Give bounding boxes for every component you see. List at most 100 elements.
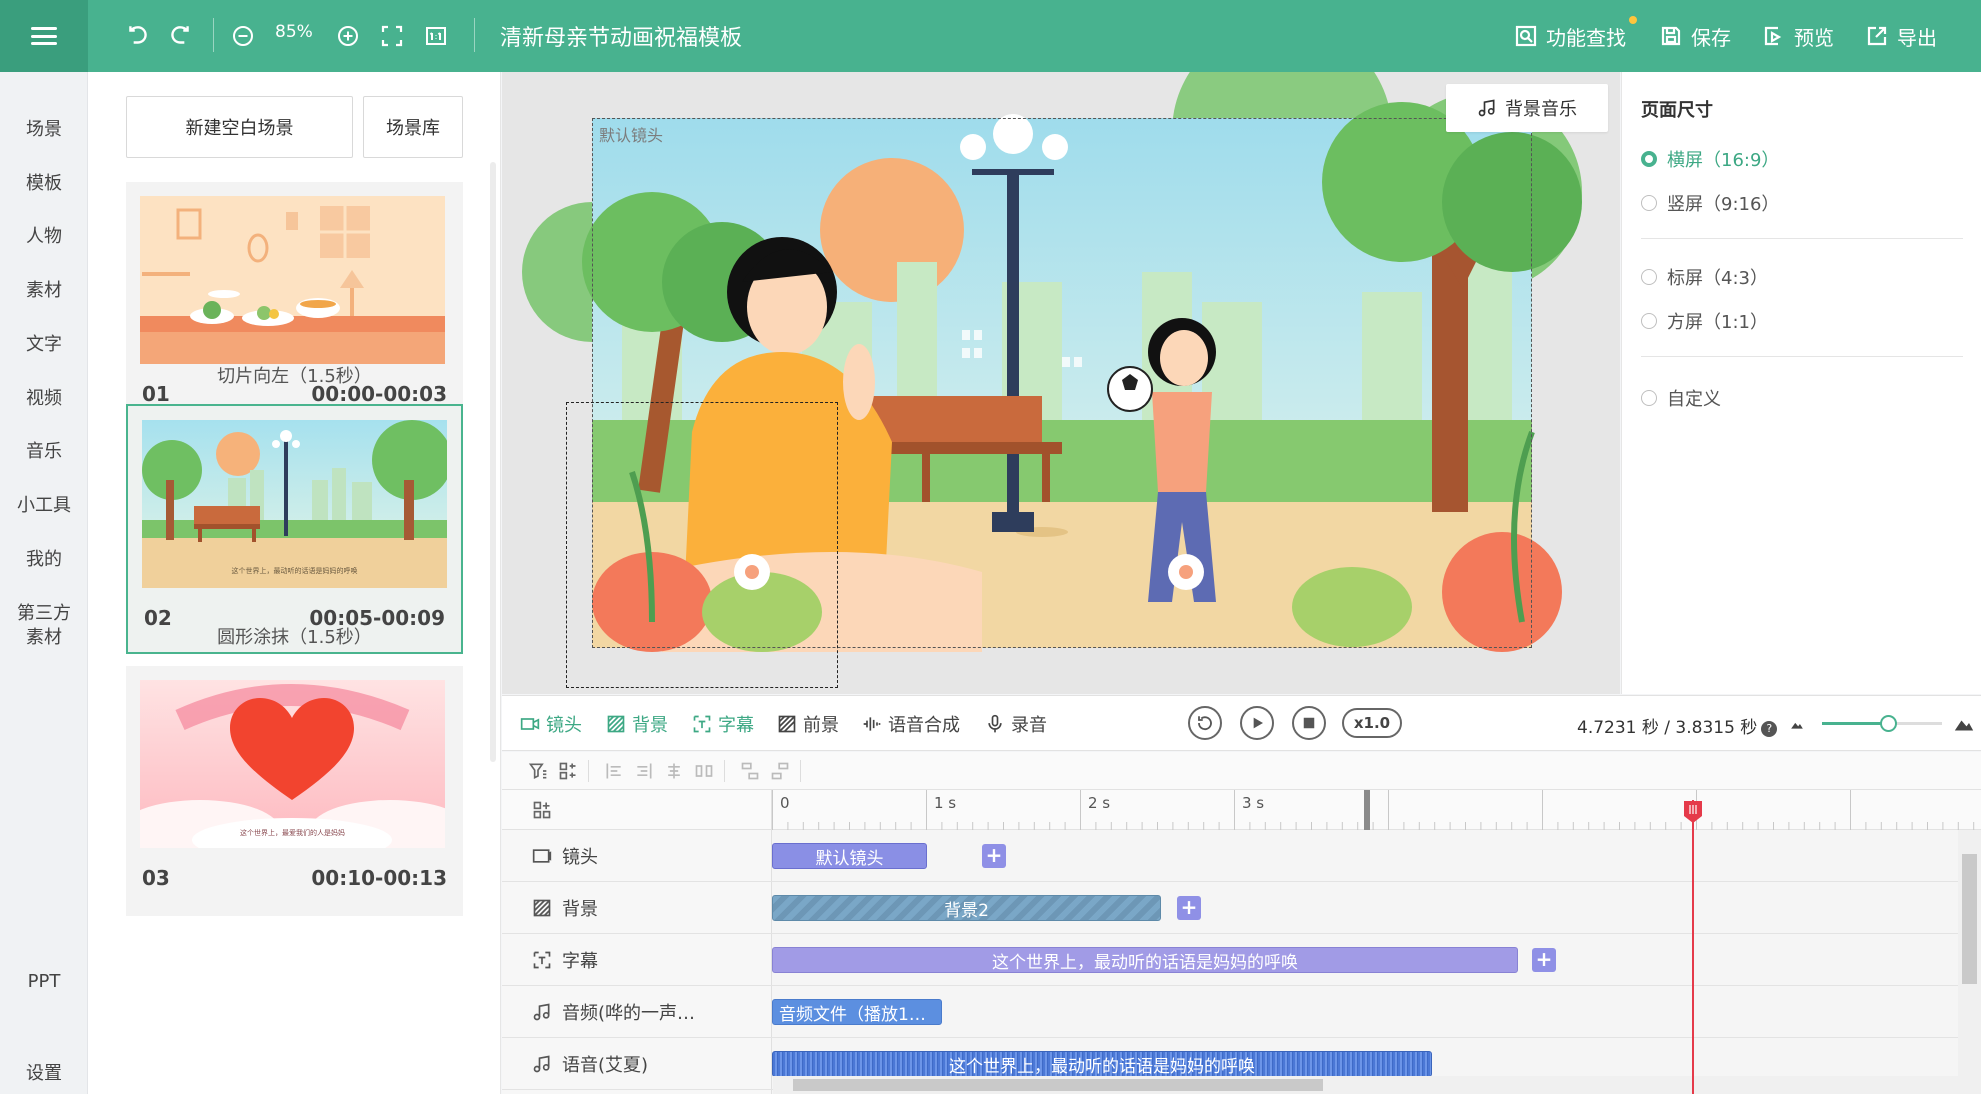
play-button[interactable] xyxy=(1240,706,1274,740)
align-right-icon[interactable] xyxy=(634,761,654,781)
transition-label[interactable]: 圆形涂抹（1.5秒） xyxy=(126,623,463,649)
replay-button[interactable] xyxy=(1188,706,1222,740)
selection-box[interactable] xyxy=(566,402,838,688)
layout-icon[interactable] xyxy=(532,800,552,820)
radio-label: 自定义 xyxy=(1667,389,1721,410)
redo-icon[interactable] xyxy=(162,18,198,54)
zoom-slider-knob[interactable] xyxy=(1880,715,1897,732)
track-label[interactable]: 音频(哗的一声… xyxy=(532,986,695,1038)
camera-clip[interactable]: 默认镜头 xyxy=(772,843,927,869)
zoom-small-icon[interactable] xyxy=(1790,717,1804,731)
nav-character[interactable]: 人物 xyxy=(0,225,88,249)
nav-text[interactable]: 文字 xyxy=(0,333,88,357)
filter-icon[interactable] xyxy=(528,761,548,781)
menu-button[interactable] xyxy=(0,0,88,72)
actual-size-icon[interactable] xyxy=(418,18,454,54)
tab-background[interactable]: 背景 xyxy=(606,712,668,736)
scene-card-01[interactable]: 01 00:00-00:03 xyxy=(126,182,463,432)
nav-material[interactable]: 素材 xyxy=(0,279,88,303)
track-vertical-scrollbar[interactable] xyxy=(1958,830,1981,1094)
background-icon xyxy=(607,715,625,733)
nav-third-party[interactable]: 第三方 素材 xyxy=(0,602,88,650)
scene-card-02[interactable]: 这个世界上，最动听的话语是妈妈的呼唤 02 00:05-00:09 xyxy=(126,404,463,654)
scrollbar-thumb[interactable] xyxy=(793,1079,1323,1091)
nav-tools[interactable]: 小工具 xyxy=(0,494,88,518)
timeline-ruler-row: 0 1 s 2 s 3 s xyxy=(502,790,1981,830)
radio-landscape[interactable]: 横屏（16:9） xyxy=(1641,146,1779,172)
add-camera-button[interactable]: + xyxy=(982,844,1006,868)
align-center-icon[interactable] xyxy=(664,761,684,781)
nav-scene[interactable]: 场景 xyxy=(0,118,88,142)
radio-portrait[interactable]: 竖屏（9:16） xyxy=(1641,190,1779,216)
playhead-handle[interactable] xyxy=(1683,800,1703,824)
distribute-icon[interactable] xyxy=(694,761,714,781)
divider xyxy=(1641,356,1963,357)
track-label[interactable]: 语音(艾夏) xyxy=(532,1038,648,1090)
document-title[interactable]: 清新母亲节动画祝福模板 xyxy=(500,20,742,52)
zoom-in-icon[interactable] xyxy=(330,18,366,54)
stack-down-icon[interactable] xyxy=(740,761,760,781)
stack-up-icon[interactable] xyxy=(770,761,790,781)
subtitle-icon xyxy=(693,715,711,733)
feature-search-icon xyxy=(1515,25,1537,47)
nav-settings[interactable]: 设置 xyxy=(0,1062,88,1086)
export-button[interactable]: 导出 xyxy=(1865,20,1937,52)
playhead-line[interactable] xyxy=(1692,800,1694,1094)
save-button[interactable]: 保存 xyxy=(1659,20,1731,52)
nav-ppt[interactable]: PPT xyxy=(0,970,88,994)
track-label[interactable]: 镜头 xyxy=(532,830,598,882)
canvas-area[interactable]: 默认镜头 背景音乐 xyxy=(502,72,1620,694)
nav-video[interactable]: 视频 xyxy=(0,387,88,411)
nav-music[interactable]: 音乐 xyxy=(0,440,88,464)
background-music-button[interactable]: 背景音乐 xyxy=(1446,84,1608,132)
track-label[interactable]: 字幕 xyxy=(532,934,598,986)
track-label-text: 背景 xyxy=(562,899,598,920)
preview-button[interactable]: 预览 xyxy=(1762,20,1834,52)
scene-card-03[interactable]: 这个世界上，最爱我们的人是妈妈 03 00:10-00:13 xyxy=(126,666,463,916)
align-left-icon[interactable] xyxy=(604,761,624,781)
add-background-button[interactable]: + xyxy=(1177,896,1201,920)
track-label-text: 语音(艾夏) xyxy=(562,1055,649,1076)
nav-mine[interactable]: 我的 xyxy=(0,548,88,572)
track-label[interactable]: 背景 xyxy=(532,882,598,934)
tab-tts[interactable]: 语音合成 xyxy=(862,712,960,736)
tab-foreground[interactable]: 前景 xyxy=(777,712,839,736)
radio-custom[interactable]: 自定义 xyxy=(1641,385,1721,411)
radio-standard[interactable]: 标屏（4:3） xyxy=(1641,264,1768,290)
scene-thumbnail: 这个世界上，最动听的话语是妈妈的呼唤 xyxy=(142,420,447,588)
fullscreen-icon[interactable] xyxy=(374,18,410,54)
group-icon[interactable] xyxy=(558,761,578,781)
nav-template[interactable]: 模板 xyxy=(0,172,88,196)
scene-library-button[interactable]: 场景库 xyxy=(363,96,463,158)
transition-label[interactable]: 切片向左（1.5秒） xyxy=(126,362,463,388)
radio-square[interactable]: 方屏（1:1） xyxy=(1641,308,1768,334)
tab-subtitle[interactable]: 字幕 xyxy=(692,712,754,736)
timeline-zoom-slider[interactable] xyxy=(1822,715,1942,732)
time-ruler[interactable]: 0 1 s 2 s 3 s xyxy=(772,790,1981,830)
audio-clip[interactable]: 音频文件（播放1… xyxy=(772,999,942,1025)
tab-camera[interactable]: 镜头 xyxy=(520,712,582,736)
playback-speed-button[interactable]: x1.0 xyxy=(1342,708,1402,738)
zoom-level: 85% xyxy=(275,22,313,42)
track-horizontal-scrollbar[interactable] xyxy=(773,1076,1958,1094)
new-blank-scene-button[interactable]: 新建空白场景 xyxy=(126,96,353,158)
help-icon[interactable]: ? xyxy=(1761,721,1778,737)
voice-clip[interactable]: 这个世界上，最动听的话语是妈妈的呼唤 xyxy=(772,1051,1432,1077)
add-subtitle-button[interactable]: + xyxy=(1532,948,1556,972)
scene-thumbnail xyxy=(140,196,445,364)
zoom-out-icon[interactable] xyxy=(225,18,261,54)
undo-icon[interactable] xyxy=(120,18,156,54)
tab-record[interactable]: 录音 xyxy=(985,712,1047,736)
scene-panel-scrollbar[interactable] xyxy=(490,162,496,762)
zoom-large-icon[interactable] xyxy=(1954,713,1974,733)
background-clip[interactable]: 背景2 xyxy=(772,895,1161,921)
duration-end-marker[interactable] xyxy=(1364,790,1370,830)
radio-label: 标屏（4:3） xyxy=(1667,268,1768,289)
music-note-icon xyxy=(1478,99,1495,117)
tab-label: 镜头 xyxy=(546,715,582,736)
stop-button[interactable] xyxy=(1292,706,1326,740)
radio-circle xyxy=(1641,390,1657,406)
scrollbar-thumb[interactable] xyxy=(1962,854,1977,984)
subtitle-clip[interactable]: 这个世界上，最动听的话语是妈妈的呼唤 xyxy=(772,947,1518,973)
feature-search-button[interactable]: 功能查找 xyxy=(1514,20,1626,52)
